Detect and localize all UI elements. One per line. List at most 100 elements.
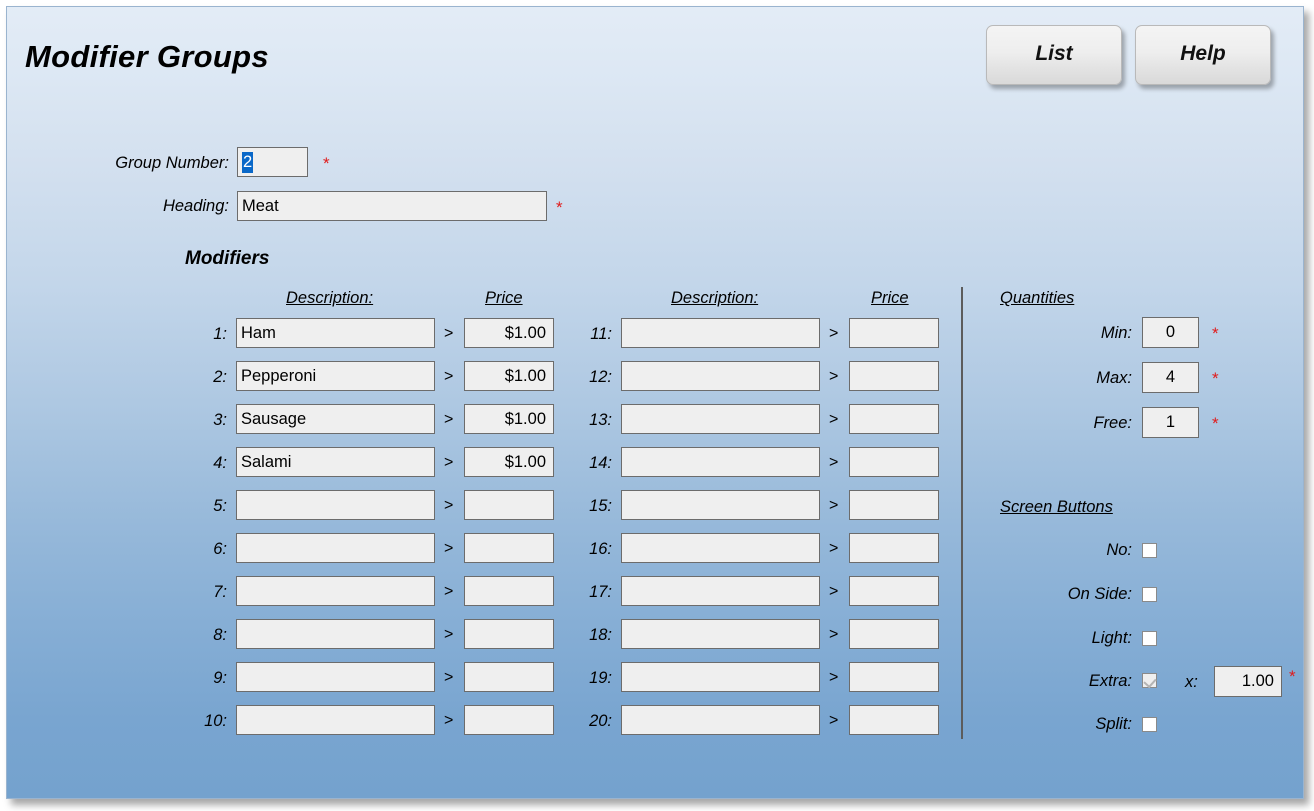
modifier-price-input[interactable]: [849, 318, 939, 348]
extra-multiplier-input[interactable]: 1.00: [1214, 666, 1282, 697]
modifier-link-arrow-icon[interactable]: >: [829, 583, 838, 601]
modifier-row-number: 19:: [589, 669, 612, 687]
group-number-value: 2: [242, 151, 254, 173]
extra-checkbox[interactable]: [1142, 673, 1157, 688]
modifier-price-input[interactable]: [464, 490, 554, 520]
modifier-description-input[interactable]: Pepperoni: [236, 361, 435, 391]
modifier-price-input[interactable]: [849, 361, 939, 391]
modifier-link-arrow-icon[interactable]: >: [829, 669, 838, 687]
modifier-price-input[interactable]: [464, 705, 554, 735]
modifier-description-input[interactable]: Ham: [236, 318, 435, 348]
modifier-description-input[interactable]: [236, 490, 435, 520]
modifier-price-value: $1.00: [504, 323, 546, 342]
modifier-price-input[interactable]: [849, 490, 939, 520]
modifier-row-number: 1:: [213, 325, 227, 343]
on-side-label: On Side:: [1067, 585, 1132, 603]
free-input[interactable]: 1: [1142, 407, 1199, 438]
modifier-description-input[interactable]: [621, 533, 820, 563]
modifier-link-arrow-icon[interactable]: >: [444, 411, 453, 429]
modifier-description-input[interactable]: [236, 533, 435, 563]
modifier-price-input[interactable]: [849, 705, 939, 735]
modifier-row-number: 7:: [213, 583, 227, 601]
no-label: No:: [1106, 541, 1132, 559]
modifier-description-input[interactable]: [621, 619, 820, 649]
free-label: Free:: [1093, 414, 1132, 432]
modifier-price-input[interactable]: $1.00: [464, 404, 554, 434]
list-button[interactable]: List: [986, 25, 1122, 85]
modifier-link-arrow-icon[interactable]: >: [444, 626, 453, 644]
extra-multiplier-label: x:: [1185, 673, 1198, 691]
min-input[interactable]: 0: [1142, 317, 1199, 348]
split-checkbox[interactable]: [1142, 717, 1157, 732]
heading-input[interactable]: Meat: [237, 191, 547, 221]
modifier-description-input[interactable]: [621, 490, 820, 520]
vertical-divider: [961, 287, 963, 739]
modifier-link-arrow-icon[interactable]: >: [829, 454, 838, 472]
modifier-description-input[interactable]: [236, 576, 435, 606]
modifier-link-arrow-icon[interactable]: >: [829, 626, 838, 644]
modifier-link-arrow-icon[interactable]: >: [444, 540, 453, 558]
modifier-description-input[interactable]: [621, 361, 820, 391]
modifier-link-arrow-icon[interactable]: >: [444, 454, 453, 472]
modifier-link-arrow-icon[interactable]: >: [829, 411, 838, 429]
modifier-description-input[interactable]: Salami: [236, 447, 435, 477]
modifier-link-arrow-icon[interactable]: >: [829, 540, 838, 558]
price-header-right: Price: [871, 289, 909, 307]
modifier-description-input[interactable]: [236, 619, 435, 649]
max-label: Max:: [1096, 369, 1132, 387]
modifier-price-input[interactable]: $1.00: [464, 361, 554, 391]
modifier-link-arrow-icon[interactable]: >: [444, 497, 453, 515]
modifier-price-input[interactable]: [464, 662, 554, 692]
modifier-description-input[interactable]: [621, 705, 820, 735]
modifier-price-input[interactable]: [464, 533, 554, 563]
group-number-label: Group Number:: [115, 154, 229, 172]
modifier-price-input[interactable]: [464, 619, 554, 649]
modifier-link-arrow-icon[interactable]: >: [829, 368, 838, 386]
modifier-link-arrow-icon[interactable]: >: [444, 583, 453, 601]
modifier-description-input[interactable]: Sausage: [236, 404, 435, 434]
extra-multiplier-value: 1.00: [1241, 672, 1274, 690]
modifier-link-arrow-icon[interactable]: >: [829, 712, 838, 730]
modifier-description-value: Ham: [241, 323, 276, 342]
modifier-price-input[interactable]: [464, 576, 554, 606]
modifier-price-input[interactable]: [849, 619, 939, 649]
no-checkbox[interactable]: [1142, 543, 1157, 558]
modifier-link-arrow-icon[interactable]: >: [444, 669, 453, 687]
modifier-link-arrow-icon[interactable]: >: [444, 368, 453, 386]
modifier-row-number: 13:: [589, 411, 612, 429]
modifier-description-input[interactable]: [236, 662, 435, 692]
modifier-row-number: 9:: [213, 669, 227, 687]
modifier-row-number: 16:: [589, 540, 612, 558]
modifier-price-input[interactable]: $1.00: [464, 447, 554, 477]
light-checkbox[interactable]: [1142, 631, 1157, 646]
modifier-link-arrow-icon[interactable]: >: [829, 325, 838, 343]
modifier-price-input[interactable]: [849, 404, 939, 434]
light-label: Light:: [1091, 629, 1132, 647]
modifier-price-input[interactable]: [849, 662, 939, 692]
page-title: Modifier Groups: [25, 39, 269, 74]
group-number-input[interactable]: 2: [237, 147, 308, 177]
screen-buttons-section-title: Screen Buttons: [1000, 498, 1113, 516]
group-number-required-asterisk: *: [323, 154, 330, 173]
modifier-price-value: $1.00: [504, 452, 546, 471]
on-side-checkbox[interactable]: [1142, 587, 1157, 602]
modifier-link-arrow-icon[interactable]: >: [444, 712, 453, 730]
max-input[interactable]: 4: [1142, 362, 1199, 393]
modifier-price-input[interactable]: $1.00: [464, 318, 554, 348]
modifier-row-number: 3:: [213, 411, 227, 429]
modifier-price-value: $1.00: [504, 366, 546, 385]
modifier-description-input[interactable]: [236, 705, 435, 735]
quantities-section-title: Quantities: [1000, 289, 1075, 307]
modifier-description-input[interactable]: [621, 576, 820, 606]
modifier-description-input[interactable]: [621, 404, 820, 434]
modifier-description-input[interactable]: [621, 447, 820, 477]
modifier-description-input[interactable]: [621, 662, 820, 692]
modifier-link-arrow-icon[interactable]: >: [829, 497, 838, 515]
help-button[interactable]: Help: [1135, 25, 1271, 85]
modifier-row-number: 11:: [590, 325, 612, 343]
modifier-link-arrow-icon[interactable]: >: [444, 325, 453, 343]
modifier-price-input[interactable]: [849, 447, 939, 477]
modifier-description-input[interactable]: [621, 318, 820, 348]
modifier-price-input[interactable]: [849, 533, 939, 563]
modifier-price-input[interactable]: [849, 576, 939, 606]
